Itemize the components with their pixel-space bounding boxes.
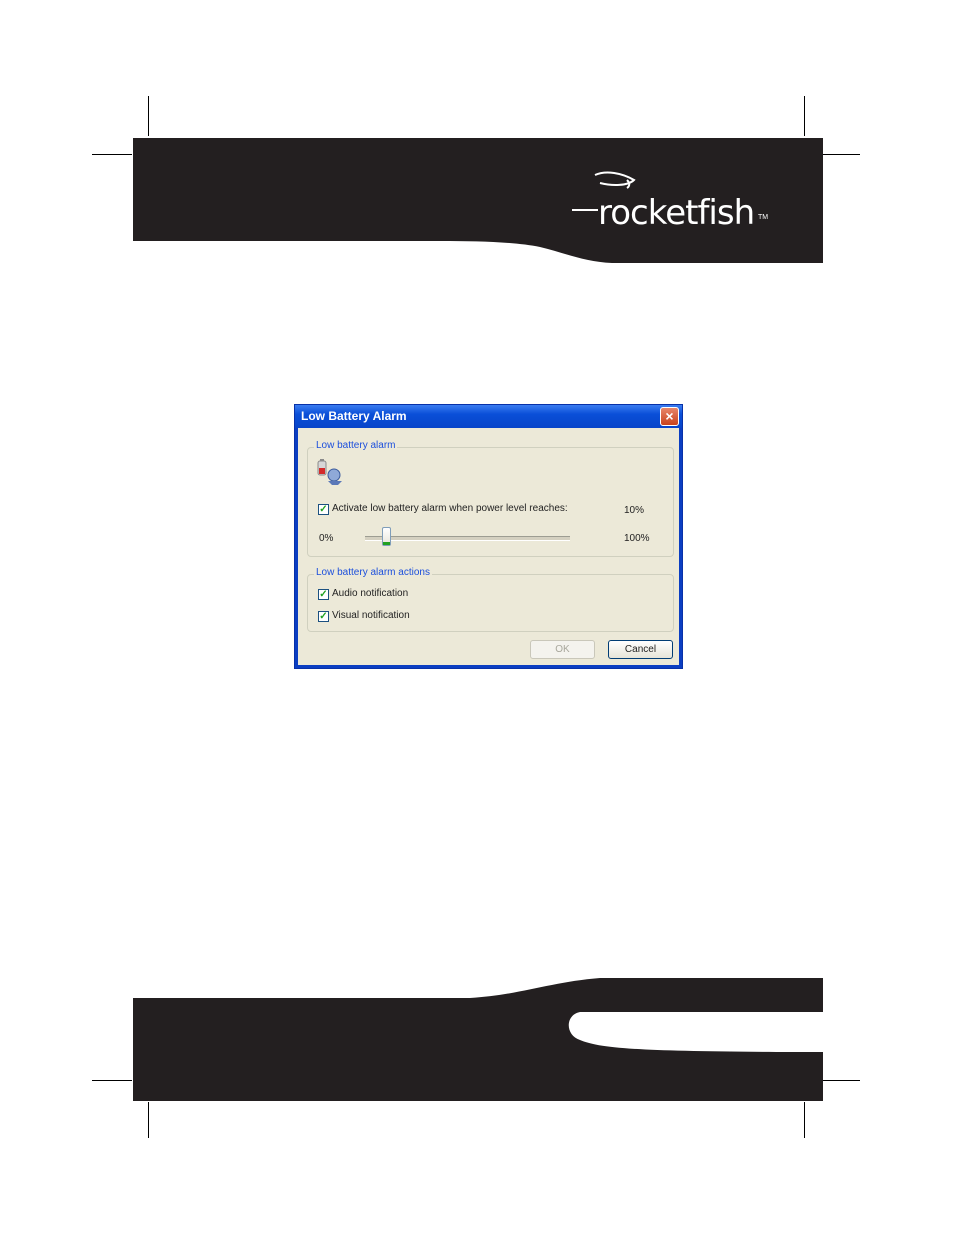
slider-max-label: 100%	[624, 533, 650, 544]
battery-alarm-icon	[317, 459, 342, 485]
alarm-level-value: 10%	[624, 505, 645, 516]
close-icon[interactable]: ×	[660, 407, 679, 426]
actions-group-label: Low battery alarm actions	[314, 567, 432, 578]
alarm-level-slider[interactable]	[365, 536, 570, 541]
dialog-body: Low battery alarm ✓ Activate low battery…	[298, 428, 679, 665]
activate-alarm-checkbox[interactable]: ✓	[318, 504, 329, 515]
alarm-level-slider-thumb[interactable]	[381, 527, 391, 546]
cancel-button[interactable]: Cancel	[608, 640, 673, 659]
alarm-group-label: Low battery alarm	[314, 440, 398, 451]
actions-group: Low battery alarm actions ✓ Audio notifi…	[307, 567, 674, 632]
slider-min-label: 0%	[319, 533, 334, 544]
brand-trademark: TM	[758, 214, 769, 221]
ok-button[interactable]: OK	[530, 640, 595, 659]
dialog-title: Low Battery Alarm	[301, 409, 407, 423]
audio-notification-checkbox[interactable]: ✓	[318, 589, 329, 600]
titlebar[interactable]: Low Battery Alarm ×	[295, 405, 682, 428]
visual-notification-label: Visual notification	[332, 610, 410, 621]
visual-notification-checkbox[interactable]: ✓	[318, 611, 329, 622]
low-battery-alarm-dialog: Low Battery Alarm × Low battery alarm ✓ …	[294, 404, 683, 669]
activate-alarm-label: Activate low battery alarm when power le…	[332, 503, 568, 514]
brand-logo: rocketfish	[598, 193, 755, 233]
audio-notification-label: Audio notification	[332, 588, 409, 599]
